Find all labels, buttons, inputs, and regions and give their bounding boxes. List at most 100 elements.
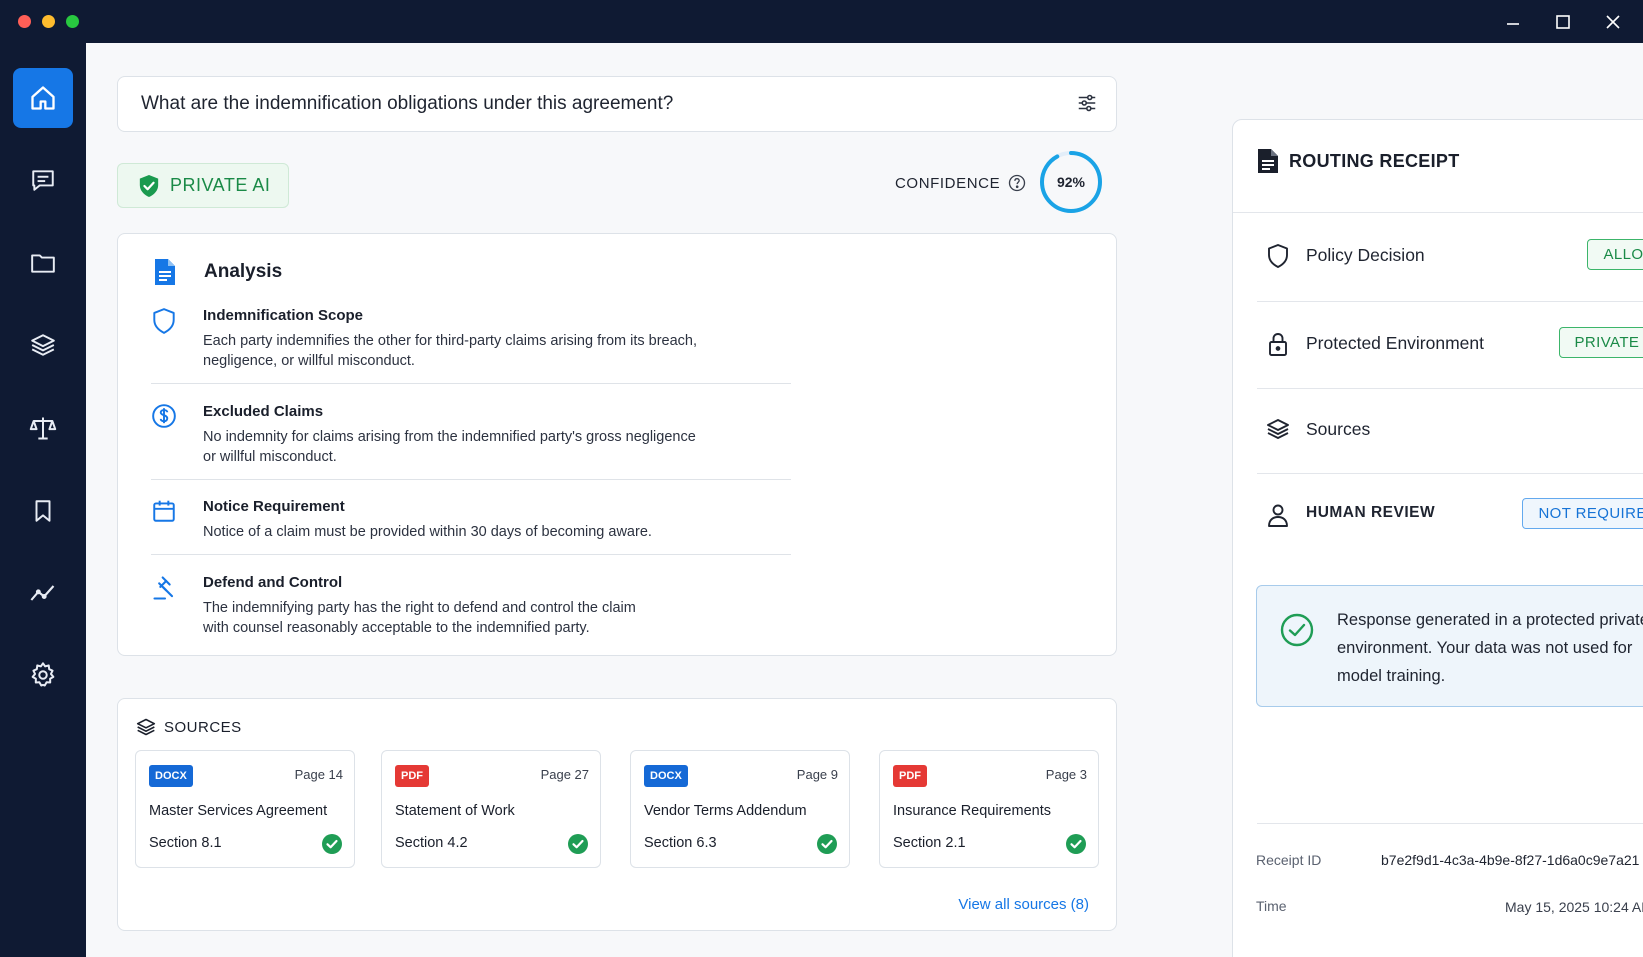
chat-icon xyxy=(32,170,54,191)
file-type-badge: DOCX xyxy=(644,765,688,787)
desc-line: negligence, or willful misconduct. xyxy=(203,353,415,369)
receipt-row-environment: Protected Environment PRIVATE AI xyxy=(1266,323,1643,363)
receipt-row-label: Sources xyxy=(1306,419,1371,439)
minimize-icon[interactable] xyxy=(1501,10,1525,34)
divider xyxy=(1257,823,1643,824)
document-icon xyxy=(155,259,175,285)
confidence-label-group: CONFIDENCE xyxy=(895,174,1026,192)
desc-line: or willful misconduct. xyxy=(203,449,337,465)
analysis-item-desc: Each party indemnifies the other for thi… xyxy=(203,331,763,371)
verified-check-icon xyxy=(567,833,589,860)
analysis-card: Analysis Indemnification Scope Each part… xyxy=(117,233,1117,656)
source-section: Section 8.1 xyxy=(149,835,222,851)
trend-icon xyxy=(30,585,55,601)
sidebar xyxy=(0,43,86,957)
private-ai-label: PRIVATE AI xyxy=(170,175,271,195)
source-name: Statement of Work xyxy=(395,803,515,819)
confidence-value: 92% xyxy=(1056,174,1086,190)
divider xyxy=(1257,301,1643,302)
desc-line: with counsel reasonably acceptable to th… xyxy=(203,620,590,636)
sources-panel: SOURCES DOCX Page 14 Master Services Agr… xyxy=(117,698,1117,931)
dollar-icon xyxy=(151,403,177,434)
source-section: Section 4.2 xyxy=(395,835,468,851)
analysis-title: Analysis xyxy=(204,261,283,282)
shield-icon xyxy=(151,307,177,340)
source-card[interactable]: PDF Page 3 Insurance Requirements Sectio… xyxy=(879,750,1099,868)
layers-icon xyxy=(136,718,156,736)
sidebar-item-bookmark[interactable] xyxy=(13,481,73,541)
confidence-label: CONFIDENCE xyxy=(895,174,1001,192)
receipt-id-label: Receipt ID xyxy=(1256,852,1322,868)
divider xyxy=(1257,388,1643,389)
shield-icon xyxy=(1266,243,1290,274)
privacy-notice: Response generated in a protected privat… xyxy=(1256,585,1643,707)
sidebar-item-home[interactable] xyxy=(13,68,73,128)
close-traffic-light[interactable] xyxy=(18,15,31,28)
help-icon[interactable] xyxy=(1008,174,1026,192)
desc-line: Each party indemnifies the other for thi… xyxy=(203,333,698,349)
source-name: Master Services Agreement xyxy=(149,803,328,819)
filter-settings-icon[interactable] xyxy=(1076,92,1098,120)
divider xyxy=(151,554,791,555)
sidebar-item-settings[interactable] xyxy=(13,645,73,705)
status-badge: PRIVATE AI xyxy=(1558,327,1643,358)
routing-receipt-panel: ROUTING RECEIPT Policy Decision ALLOW Pr… xyxy=(1232,119,1643,957)
source-card[interactable]: PDF Page 27 Statement of Work Section 4.… xyxy=(381,750,601,868)
view-all-sources-link[interactable]: View all sources (8) xyxy=(958,896,1089,913)
title-bar xyxy=(0,0,1643,43)
divider xyxy=(151,383,791,384)
source-card[interactable]: DOCX Page 14 Master Services Agreement S… xyxy=(135,750,355,868)
source-section: Section 6.3 xyxy=(644,835,717,851)
maximize-icon[interactable] xyxy=(1551,10,1575,34)
source-card[interactable]: DOCX Page 9 Vendor Terms Addendum Sectio… xyxy=(630,750,850,868)
verified-check-icon xyxy=(1065,833,1087,860)
privacy-notice-text: Response generated in a protected privat… xyxy=(1337,611,1643,685)
analysis-item-title: Notice Requirement xyxy=(203,498,345,515)
private-ai-badge: PRIVATE AI xyxy=(117,163,289,208)
query-input[interactable]: What are the indemnification obligations… xyxy=(117,76,1117,132)
sources-header: SOURCES xyxy=(136,717,242,737)
divider xyxy=(151,479,791,480)
file-type-badge: PDF xyxy=(395,765,429,787)
sidebar-item-layers[interactable] xyxy=(13,315,73,375)
gavel-icon xyxy=(151,574,179,607)
source-section: Section 2.1 xyxy=(893,835,966,851)
divider xyxy=(1233,212,1643,213)
lock-icon xyxy=(1266,331,1290,362)
time-value: May 15, 2025 10:24 AM xyxy=(1505,899,1643,915)
source-name: Vendor Terms Addendum xyxy=(644,803,807,819)
analysis-item-desc: Notice of a claim must be provided withi… xyxy=(203,522,763,542)
status-badge: NOT REQUIRED xyxy=(1522,498,1643,529)
divider xyxy=(1257,473,1643,474)
desc-line: Notice of a claim must be provided withi… xyxy=(203,524,652,540)
sidebar-item-scales[interactable] xyxy=(13,398,73,458)
sidebar-item-folder[interactable] xyxy=(13,233,73,293)
receipt-id-value: b7e2f9d1-4c3a-4b9e-8f27-1d6a0c9e7a21 xyxy=(1381,852,1640,868)
source-page: Page 9 xyxy=(796,767,838,782)
main-content: What are the indemnification obligations… xyxy=(86,43,1643,957)
receipt-row-label: Policy Decision xyxy=(1306,245,1425,265)
receipt-row-sources: Sources 8 xyxy=(1266,409,1643,449)
gear-icon xyxy=(31,662,55,687)
source-name: Insurance Requirements xyxy=(893,803,1051,819)
sidebar-item-analytics[interactable] xyxy=(13,563,73,623)
shield-check-icon xyxy=(139,174,159,197)
analysis-item-title: Defend and Control xyxy=(203,574,343,591)
close-icon[interactable] xyxy=(1601,10,1625,34)
confidence-gauge: 92% xyxy=(1038,149,1104,215)
calendar-icon xyxy=(151,498,177,529)
layers-icon xyxy=(1266,417,1290,446)
layers-icon xyxy=(31,334,55,356)
receipt-row-label: HUMAN REVIEW xyxy=(1306,504,1436,521)
zoom-traffic-light[interactable] xyxy=(66,15,79,28)
receipt-icon xyxy=(1258,149,1278,173)
home-icon xyxy=(31,86,55,110)
source-page: Page 27 xyxy=(540,767,589,782)
sidebar-item-chat[interactable] xyxy=(13,150,73,210)
receipt-row-label: Protected Environment xyxy=(1306,333,1485,353)
minimize-traffic-light[interactable] xyxy=(42,15,55,28)
status-badge: ALLOW xyxy=(1587,239,1643,270)
bookmark-icon xyxy=(35,500,51,522)
time-label: Time xyxy=(1256,898,1287,914)
receipt-row-human-review: HUMAN REVIEW NOT REQUIRED xyxy=(1266,494,1643,534)
